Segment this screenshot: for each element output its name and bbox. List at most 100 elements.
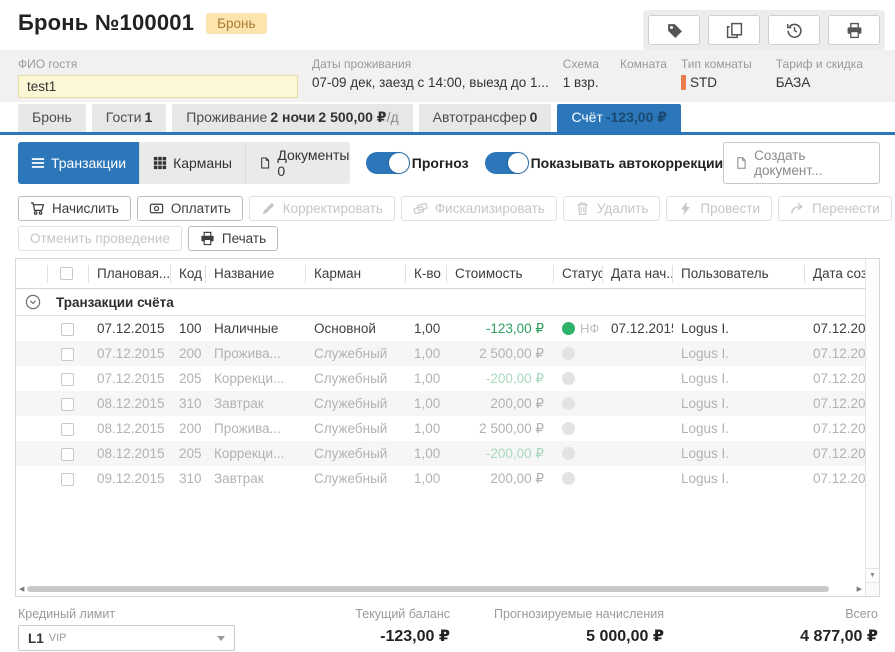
autocorrections-toggle-label: Показывать автокоррекции [531, 155, 724, 171]
col-pocket[interactable]: Карман [306, 265, 406, 283]
delete-button[interactable]: Удалить [563, 196, 661, 221]
forecast-toggle-wrap: Прогноз [366, 152, 469, 174]
cell-created-date: 07.12.2015 [805, 471, 865, 486]
status-cell [554, 472, 603, 485]
guest-name-input[interactable] [18, 75, 298, 98]
autocorrections-toggle[interactable] [485, 152, 529, 174]
cell-code: 100 [171, 321, 206, 336]
scheme-label: Схема [563, 57, 606, 71]
guest-name-label: ФИО гостя [18, 57, 298, 71]
col-status[interactable]: Статус [554, 265, 603, 283]
table-row[interactable]: 07.12.2015 100 Наличные Основной 1,00 -1… [16, 316, 865, 341]
cell-pocket: Служебный [306, 471, 406, 486]
forecast-toggle[interactable] [366, 152, 410, 174]
row-checkbox[interactable] [61, 423, 74, 436]
tag-button[interactable] [648, 15, 700, 45]
amount-cell: 200,00 ₽ [447, 396, 554, 412]
credit-limit-select[interactable]: L1 VIP [18, 625, 235, 651]
tariff-value: БАЗА [776, 75, 863, 90]
col-start[interactable]: Дата нач... [603, 265, 673, 283]
table-row[interactable]: 07.12.2015 205 Коррекци... Служебный 1,0… [16, 366, 865, 391]
tab-transfer[interactable]: Автотрансфер0 [419, 104, 552, 132]
correct-button[interactable]: Корректировать [249, 196, 395, 221]
horizontal-scrollbar[interactable]: ◀ ▶ [16, 582, 865, 596]
expand-column-header [16, 265, 48, 283]
tab-booking[interactable]: Бронь [18, 104, 86, 132]
col-amount[interactable]: Стоимость [447, 265, 554, 283]
booking-info-bar: ФИО гостя Даты проживания 07-09 дек, зае… [0, 50, 895, 102]
group-row[interactable]: Транзакции счёта [16, 289, 865, 316]
col-created[interactable]: Дата соз... [805, 265, 865, 283]
table-row[interactable]: 08.12.2015 310 Завтрак Служебный 1,00 20… [16, 391, 865, 416]
print-button[interactable] [828, 15, 880, 45]
vertical-scrollbar[interactable]: ▼ [865, 259, 879, 582]
total-label: Всего [664, 607, 878, 621]
row-checkbox[interactable] [61, 448, 74, 461]
cell-code: 310 [171, 471, 206, 486]
cell-created-date: 07.12.2015 [805, 446, 865, 461]
select-all-checkbox[interactable] [60, 267, 73, 280]
post-button[interactable]: Провести [666, 196, 772, 221]
subtab-documents[interactable]: Документы 0 [245, 142, 350, 184]
status-cell [554, 372, 603, 385]
status-cell [554, 422, 603, 435]
tab-guests[interactable]: Гости1 [92, 104, 166, 132]
tab-bar: Бронь Гости1 Проживание2 ночи2 500,00 ₽/… [0, 104, 895, 135]
col-qty[interactable]: К-во [406, 265, 447, 283]
row-checkbox[interactable] [61, 473, 74, 486]
cell-name: Завтрак [206, 396, 306, 411]
row-checkbox[interactable] [61, 323, 74, 336]
col-user[interactable]: Пользователь [673, 265, 805, 283]
scrollbar-corner [865, 582, 879, 596]
scroll-down-icon[interactable]: ▼ [866, 568, 879, 582]
scroll-right-icon[interactable]: ▶ [857, 586, 862, 593]
print-list-button[interactable]: Печать [188, 226, 278, 251]
current-balance-label: Текущий баланс [237, 607, 450, 621]
total-value: 4 877,00 ₽ [664, 626, 878, 646]
subtab-pockets[interactable]: Карманы [139, 142, 245, 184]
cell-name: Завтрак [206, 471, 306, 486]
copy-button[interactable] [708, 15, 760, 45]
cell-name: Прожива... [206, 421, 306, 436]
table-row[interactable]: 07.12.2015 200 Прожива... Служебный 1,00… [16, 341, 865, 366]
history-button[interactable] [768, 15, 820, 45]
cell-created-date: 07.12.2015 [805, 346, 865, 361]
create-document-button[interactable]: Создать документ... [723, 142, 880, 184]
table-row[interactable]: 09.12.2015 310 Завтрак Служебный 1,00 20… [16, 466, 865, 491]
status-text: НФ [580, 321, 599, 336]
subtab-transactions[interactable]: Транзакции [18, 142, 139, 184]
header-toolbar [643, 10, 885, 50]
row-checkbox[interactable] [61, 373, 74, 386]
tab-invoice[interactable]: Счёт-123,00 ₽ [557, 104, 681, 132]
forecast-toggle-label: Прогноз [412, 155, 469, 171]
checkbox-cell [48, 421, 89, 436]
cancel-posting-button[interactable]: Отменить проведение [18, 226, 182, 251]
status-dot-icon [562, 347, 575, 360]
row-checkbox[interactable] [61, 398, 74, 411]
col-code[interactable]: Код [171, 265, 206, 283]
fiscalize-button[interactable]: Фискализировать [401, 196, 557, 221]
table-row[interactable]: 08.12.2015 205 Коррекци... Служебный 1,0… [16, 441, 865, 466]
accrue-button[interactable]: Начислить [18, 196, 131, 221]
checkbox-cell [48, 346, 89, 361]
tab-stay[interactable]: Проживание2 ночи2 500,00 ₽/д [172, 104, 412, 132]
collapse-group-icon [25, 294, 41, 310]
table-row[interactable]: 08.12.2015 200 Прожива... Служебный 1,00… [16, 416, 865, 441]
horizontal-scroll-thumb[interactable] [27, 586, 828, 592]
row-checkbox[interactable] [61, 348, 74, 361]
room-type-value: STD [681, 75, 762, 90]
table-header-row: Плановая... Код Название Карман К-во Сто… [16, 259, 865, 289]
pencil-icon [261, 201, 276, 216]
col-name[interactable]: Название [206, 265, 306, 283]
transactions-table: Плановая... Код Название Карман К-во Сто… [15, 258, 880, 597]
cell-code: 205 [171, 371, 206, 386]
cell-start-date: 07.12.2015 [603, 321, 673, 336]
col-planned[interactable]: Плановая... [89, 265, 171, 283]
pay-button[interactable]: Оплатить [137, 196, 243, 221]
scroll-left-icon[interactable]: ◀ [19, 586, 24, 593]
amount-cell: -123,00 ₽ [447, 321, 554, 337]
move-button[interactable]: Перенести [778, 196, 892, 221]
checkbox-cell [48, 371, 89, 386]
cell-qty: 1,00 [406, 471, 447, 486]
caret-down-icon [217, 636, 225, 641]
